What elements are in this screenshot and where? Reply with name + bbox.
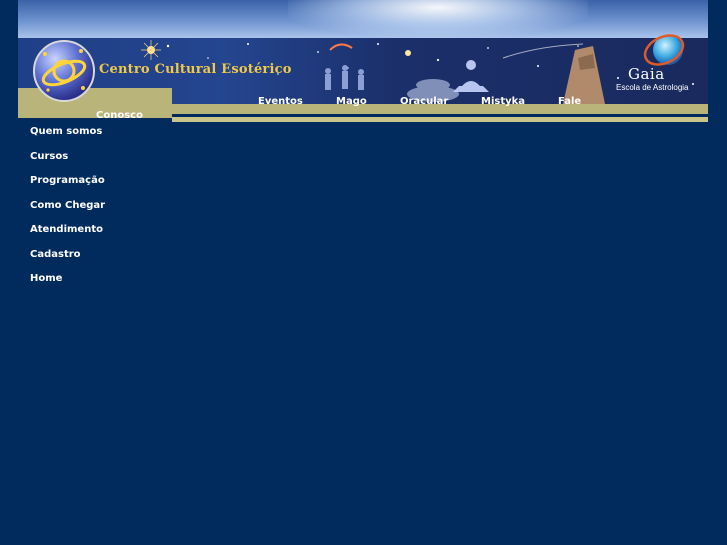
nav-mago[interactable]: Mago bbox=[336, 96, 367, 107]
nav-mistyka[interactable]: Mistyka bbox=[481, 96, 525, 107]
header-accent-line bbox=[172, 117, 708, 122]
sidebar-item-cadastro[interactable]: Cadastro bbox=[30, 249, 81, 260]
mystic-scene-illustration bbox=[325, 43, 605, 104]
brand-subtitle: Escola de Astrologia bbox=[616, 83, 689, 92]
sidebar-item-home[interactable]: Home bbox=[30, 273, 62, 284]
site-title: Centro Cultural Esotérico bbox=[99, 62, 292, 77]
nav-fale-conosco-wrap[interactable]: Conosco bbox=[96, 110, 143, 121]
planet-logo-icon bbox=[33, 40, 95, 102]
sidebar-item-programacao[interactable]: Programação bbox=[30, 175, 105, 186]
nav-oracular[interactable]: Oracular bbox=[400, 96, 448, 107]
nav-eventos[interactable]: Eventos bbox=[258, 96, 303, 107]
sidebar-item-atendimento[interactable]: Atendimento bbox=[30, 224, 103, 235]
brand-name: Gaia bbox=[628, 65, 665, 83]
sidebar-item-cursos[interactable]: Cursos bbox=[30, 151, 68, 162]
sidebar-item-como-chegar[interactable]: Como Chegar bbox=[30, 200, 105, 211]
sky-glow bbox=[288, 0, 588, 38]
nav-fale[interactable]: Fale bbox=[558, 96, 581, 107]
header-banner: Centro Cultural Esotérico Gaia Escola de… bbox=[18, 0, 708, 126]
sidebar-item-quem-somos[interactable]: Quem somos bbox=[30, 126, 102, 137]
